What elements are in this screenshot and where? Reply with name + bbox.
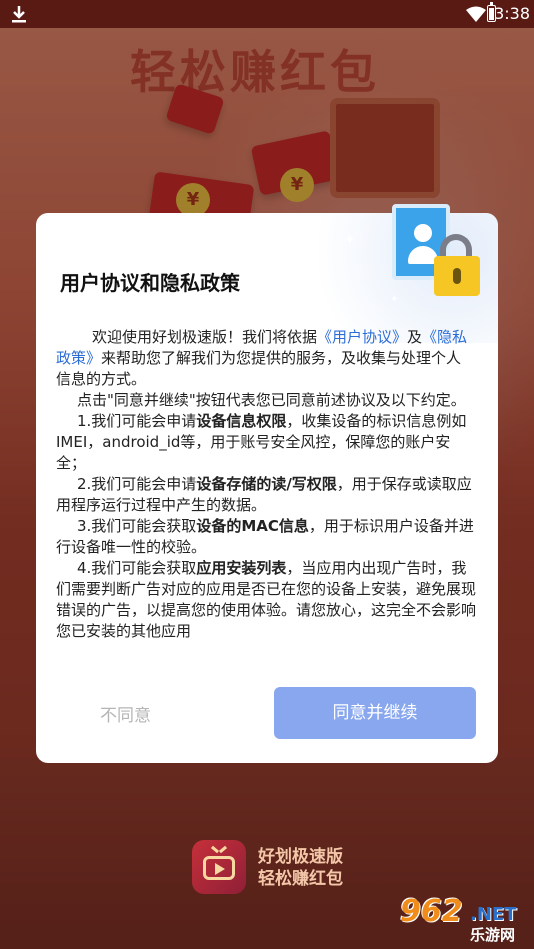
consent-paragraph: 点击"同意并继续"按钮代表您已同意前述协议及以下约定。	[77, 391, 466, 409]
play-icon	[215, 863, 225, 875]
clause-item: 2.我们可能会申请设备存储的读/写权限，用于保存或读取应用程序运行过程中产生的数…	[56, 474, 476, 516]
clause-highlight: 设备存储的读/写权限	[196, 475, 337, 493]
sparkle-icon: ✦	[390, 294, 399, 305]
status-bar: 3:38	[0, 0, 534, 28]
intro-paragraph: 欢迎使用好划极速版！我们将依据《用户协议》及《隐私政策》来帮助您了解我们为您提供…	[56, 327, 476, 390]
clause-text: 2.我们可能会申请	[77, 475, 197, 493]
disagree-button[interactable]: 不同意	[100, 701, 151, 726]
clause-item: 1.我们可能会申请设备信息权限，收集设备的标识信息例如IMEI，android_…	[56, 411, 476, 474]
user-head-icon	[414, 224, 432, 242]
brand-text: 好划极速版 轻松赚红包	[258, 846, 343, 890]
brand-name: 好划极速版	[258, 847, 343, 867]
watermark-site: 乐游网	[470, 926, 516, 944]
privacy-lock-illustration	[388, 200, 488, 302]
watermark-suffix: .NET	[470, 904, 517, 925]
watermark-number: 962	[400, 894, 463, 929]
sparkle-icon: ✦	[344, 232, 356, 248]
agree-continue-button[interactable]: 同意并继续	[274, 687, 476, 739]
dialog-button-row: 不同意 同意并继续	[36, 687, 498, 747]
brand-slogan: 轻松赚红包	[258, 869, 343, 889]
download-icon	[12, 6, 26, 23]
wifi-icon	[466, 6, 486, 22]
clause-highlight: 设备的MAC信息	[196, 517, 309, 535]
clause-highlight: 设备信息权限	[196, 412, 287, 430]
clause-highlight: 应用安装列表	[196, 559, 287, 577]
keyhole-icon	[453, 268, 461, 284]
status-time: 3:38	[494, 4, 530, 23]
intro-text: 及	[407, 328, 423, 346]
user-agreement-link[interactable]: 《用户协议》	[317, 328, 407, 346]
clause-item: 3.我们可能会获取设备的MAC信息，用于标识用户设备并进行设备唯一性的校验。	[56, 516, 476, 558]
clause-text: 1.我们可能会申请	[77, 412, 197, 430]
clause-text: 3.我们可能会获取	[77, 517, 197, 535]
clause-item: 4.我们可能会获取应用安装列表，当应用内出现广告时，我们需要判断广告对应的应用是…	[56, 558, 476, 642]
intro-text: 来帮助您了解我们为您提供的服务，及收集与处理个人信息的方式。	[56, 349, 462, 388]
dialog-title: 用户协议和隐私政策	[60, 271, 240, 295]
app-logo	[192, 840, 246, 894]
clause-text: 4.我们可能会获取	[77, 559, 197, 577]
watermark-logo: 962 .NET 乐游网	[392, 894, 534, 949]
intro-text: 欢迎使用好划极速版！我们将依据	[92, 328, 318, 346]
